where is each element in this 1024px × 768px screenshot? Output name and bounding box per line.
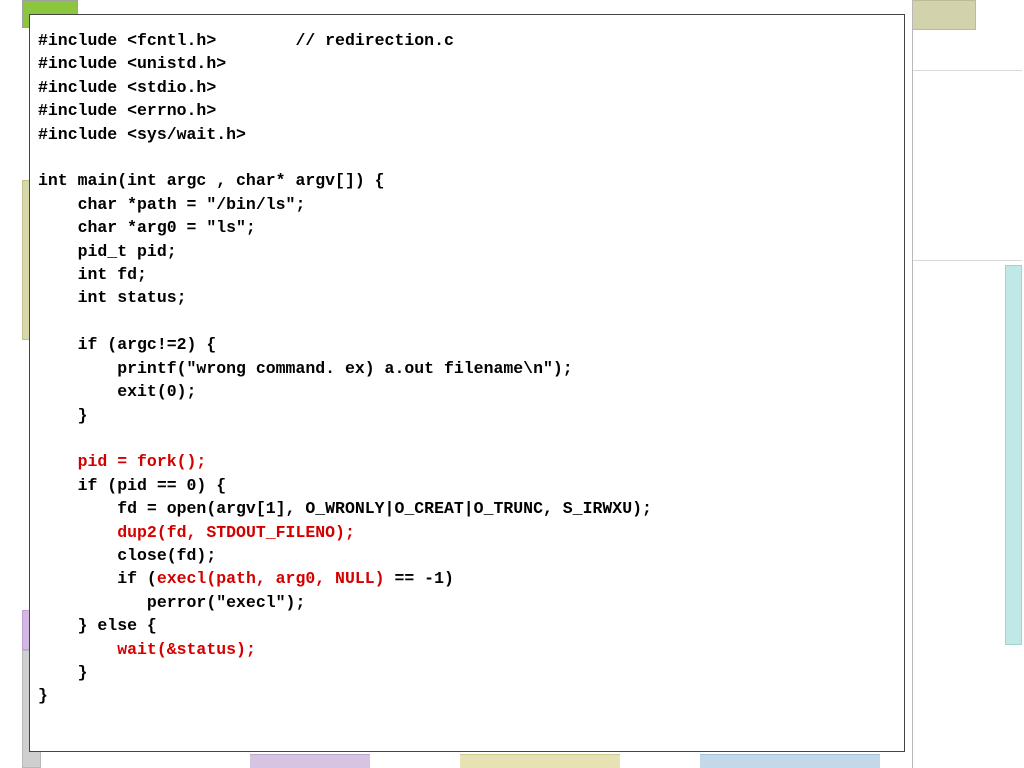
code-text: printf("wrong command. ex) a.out filenam… bbox=[38, 359, 573, 378]
code-line: printf("wrong command. ex) a.out filenam… bbox=[38, 359, 573, 378]
code-line: } bbox=[38, 663, 88, 682]
bg-accent-teal bbox=[1005, 265, 1022, 645]
code-line: #include <unistd.h> bbox=[38, 54, 226, 73]
code-text bbox=[38, 523, 117, 542]
code-text: } bbox=[38, 406, 88, 425]
code-line: if (execl(path, arg0, NULL) == -1) bbox=[38, 569, 454, 588]
code-text: #include <sys/wait.h> bbox=[38, 125, 246, 144]
code-text: #include <stdio.h> bbox=[38, 78, 216, 97]
bg-accent-yellow-b bbox=[460, 754, 620, 768]
code-text bbox=[38, 452, 78, 471]
code-line: pid = fork(); bbox=[38, 452, 206, 471]
code-line: if (pid == 0) { bbox=[38, 476, 226, 495]
code-text: if ( bbox=[38, 569, 157, 588]
code-line: perror("execl"); bbox=[38, 593, 305, 612]
code-text bbox=[38, 640, 117, 659]
code-text: if (argc!=2) { bbox=[38, 335, 216, 354]
code-highlight: dup2(fd, STDOUT_FILENO); bbox=[117, 523, 355, 542]
code-line: char *arg0 = "ls"; bbox=[38, 218, 256, 237]
code-line: pid_t pid; bbox=[38, 242, 177, 261]
code-line: #include <errno.h> bbox=[38, 101, 216, 120]
code-highlight: wait(&status); bbox=[117, 640, 256, 659]
code-text: int status; bbox=[38, 288, 187, 307]
code-text: == -1) bbox=[385, 569, 454, 588]
code-line: exit(0); bbox=[38, 382, 196, 401]
bg-divider bbox=[912, 0, 913, 768]
code-text: close(fd); bbox=[38, 546, 216, 565]
code-line: } bbox=[38, 406, 88, 425]
code-text: exit(0); bbox=[38, 382, 196, 401]
code-line: wait(&status); bbox=[38, 640, 256, 659]
code-line: int status; bbox=[38, 288, 187, 307]
bg-accent-blue-b bbox=[700, 754, 880, 768]
code-highlight: pid = fork(); bbox=[78, 452, 207, 471]
code-line: dup2(fd, STDOUT_FILENO); bbox=[38, 523, 355, 542]
code-line: } else { bbox=[38, 616, 157, 635]
code-text: } else { bbox=[38, 616, 157, 635]
code-line: if (argc!=2) { bbox=[38, 335, 216, 354]
bg-divider bbox=[912, 70, 1022, 71]
code-line: int fd; bbox=[38, 265, 147, 284]
code-text: int main(int argc , char* argv[]) { bbox=[38, 171, 385, 190]
code-text: char *path = "/bin/ls"; bbox=[38, 195, 305, 214]
code-text: pid_t pid; bbox=[38, 242, 177, 261]
bg-accent-olive-r bbox=[912, 0, 976, 30]
code-text: } bbox=[38, 663, 88, 682]
code-listing: #include <fcntl.h> // redirection.c #inc… bbox=[38, 29, 896, 708]
code-text: perror("execl"); bbox=[38, 593, 305, 612]
code-text: #include <unistd.h> bbox=[38, 54, 226, 73]
code-text: if (pid == 0) { bbox=[38, 476, 226, 495]
code-text: #include <fcntl.h> // redirection.c bbox=[38, 31, 454, 50]
code-text: int fd; bbox=[38, 265, 147, 284]
code-box: #include <fcntl.h> // redirection.c #inc… bbox=[29, 14, 905, 752]
code-text: #include <errno.h> bbox=[38, 101, 216, 120]
code-line: int main(int argc , char* argv[]) { bbox=[38, 171, 385, 190]
code-line: } bbox=[38, 686, 48, 705]
code-text: char *arg0 = "ls"; bbox=[38, 218, 256, 237]
code-line: #include <fcntl.h> // redirection.c bbox=[38, 31, 454, 50]
code-line: close(fd); bbox=[38, 546, 216, 565]
bg-divider bbox=[912, 260, 1022, 261]
code-highlight: execl(path, arg0, NULL) bbox=[157, 569, 385, 588]
code-line: char *path = "/bin/ls"; bbox=[38, 195, 305, 214]
code-line: #include <sys/wait.h> bbox=[38, 125, 246, 144]
bg-accent-purple-b bbox=[250, 754, 370, 768]
code-line: #include <stdio.h> bbox=[38, 78, 216, 97]
code-text: } bbox=[38, 686, 48, 705]
code-line: fd = open(argv[1], O_WRONLY|O_CREAT|O_TR… bbox=[38, 499, 652, 518]
code-text: fd = open(argv[1], O_WRONLY|O_CREAT|O_TR… bbox=[38, 499, 652, 518]
